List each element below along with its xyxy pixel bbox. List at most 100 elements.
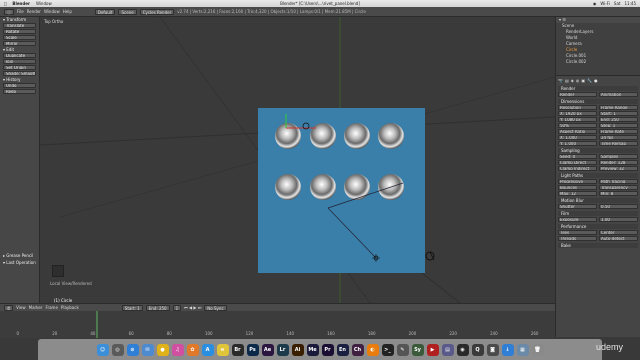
prop-field[interactable]: End: 250 xyxy=(599,117,638,122)
menu-render[interactable]: Render xyxy=(27,9,41,14)
timeline-menu[interactable]: Marker xyxy=(29,305,43,310)
tool-button[interactable]: Undo xyxy=(3,83,36,88)
end-frame-field[interactable]: End: 250 xyxy=(145,304,170,311)
window-menu[interactable]: Window xyxy=(36,1,52,6)
modifier-tab-icon[interactable]: 🔧 xyxy=(587,78,592,84)
itunes-icon[interactable]: ♫ xyxy=(171,343,184,356)
prop-field[interactable]: Auto-detect xyxy=(599,236,638,241)
timeline-menu[interactable]: View xyxy=(16,305,26,310)
prop-field[interactable]: 50% xyxy=(558,123,597,128)
outliner-item[interactable]: Circle.002 xyxy=(556,59,640,65)
downloads-icon[interactable]: ↓ xyxy=(501,343,514,356)
clock[interactable]: 11:45 xyxy=(624,1,636,6)
prop-field[interactable]: Samples xyxy=(599,154,638,159)
documents-icon[interactable]: ▦ xyxy=(516,343,529,356)
prop-field[interactable]: Y: 1.000 xyxy=(558,141,597,146)
prop-field[interactable]: Y: 1080 px xyxy=(558,117,597,122)
tool-button[interactable]: Join xyxy=(3,59,36,64)
bridge-icon[interactable]: Br xyxy=(231,343,244,356)
prop-field[interactable]: Render xyxy=(558,92,597,97)
world-tab-icon[interactable]: ◍ xyxy=(576,78,580,84)
media-encoder-icon[interactable]: Me xyxy=(306,343,319,356)
prop-field[interactable]: Exposure xyxy=(558,217,597,222)
start-frame-field[interactable]: Start: 1 xyxy=(121,304,143,311)
panel-header[interactable]: ▾ Transform xyxy=(0,17,39,22)
prop-field[interactable]: Tiles xyxy=(558,230,597,235)
tool-button[interactable]: Redo xyxy=(3,89,36,94)
scene-select[interactable]: Scene xyxy=(118,8,137,15)
notes-icon[interactable]: ≡ xyxy=(216,343,229,356)
safari-icon[interactable]: ⊘ xyxy=(126,343,139,356)
prop-field[interactable]: 1.00 xyxy=(599,217,638,222)
panel-header[interactable]: ▾ Edit xyxy=(0,47,39,52)
terminal-icon[interactable]: >_ xyxy=(381,343,394,356)
prop-field[interactable]: 24 fps xyxy=(599,135,638,140)
prop-field[interactable]: Seed: 0 xyxy=(558,154,597,159)
dashboard-icon[interactable]: ◉ xyxy=(456,343,469,356)
tool-button[interactable]: Set Origin xyxy=(3,65,36,70)
tool-button[interactable]: Rotate xyxy=(3,29,36,34)
editor-type-button[interactable]: ⏱ xyxy=(4,304,14,311)
section-header[interactable]: Light Paths xyxy=(558,173,638,178)
prop-field[interactable]: Progressive xyxy=(558,179,597,184)
lightroom-icon[interactable]: Lr xyxy=(276,343,289,356)
stack-icon[interactable]: ▤ xyxy=(441,343,454,356)
menu-help[interactable]: Help xyxy=(63,9,72,14)
prop-field[interactable]: Clamp Indirect xyxy=(558,166,597,171)
section-header[interactable]: Performance xyxy=(558,224,638,229)
section-header[interactable]: Dimensions xyxy=(558,99,638,104)
prop-field[interactable]: Frame Range xyxy=(599,105,638,110)
current-frame-field[interactable]: 1 xyxy=(172,304,182,311)
timeline-menu[interactable]: Frame xyxy=(45,305,57,310)
prop-field[interactable]: Max: 12 xyxy=(558,191,597,196)
last-operation-panel[interactable]: ▾ Last Operation xyxy=(0,260,36,265)
tool-button[interactable]: Mirror xyxy=(3,41,36,46)
section-header[interactable]: Sampling xyxy=(558,148,638,153)
finder-icon[interactable]: ☺ xyxy=(96,343,109,356)
premiere-icon[interactable]: Pr xyxy=(321,343,334,356)
launchpad-icon[interactable]: ◎ xyxy=(111,343,124,356)
after-effects-icon[interactable]: Ae xyxy=(261,343,274,356)
timeline-ruler[interactable]: 0 20 40 60 80 100 120 140 160 180 200 22… xyxy=(0,311,555,338)
prop-field[interactable]: X: 1920 px xyxy=(558,111,597,116)
prop-field[interactable]: Min: 8 xyxy=(599,191,638,196)
trash-icon[interactable]: 🗑 xyxy=(531,343,544,356)
prop-field[interactable]: Time Remap xyxy=(599,141,638,146)
blender-icon[interactable]: ◐ xyxy=(366,343,379,356)
view-widget[interactable] xyxy=(52,265,64,277)
prop-field[interactable]: Threads xyxy=(558,236,597,241)
quicktime-icon[interactable]: Q xyxy=(471,343,484,356)
scene-tab-icon[interactable]: ◈ xyxy=(571,78,574,84)
prop-field[interactable]: Preview: 32 xyxy=(599,166,638,171)
encore-icon[interactable]: En xyxy=(336,343,349,356)
tool-button[interactable]: Translate xyxy=(3,23,36,28)
prop-field[interactable]: Step: 1 xyxy=(599,123,638,128)
prop-field[interactable]: X: 1.000 xyxy=(558,135,597,140)
video-icon[interactable]: ▶ xyxy=(426,343,439,356)
layout-select[interactable]: Default xyxy=(94,8,116,15)
camera-icon[interactable]: ◙ xyxy=(486,343,499,356)
status-item[interactable]: Wi-Fi xyxy=(600,1,610,6)
script-icon[interactable]: ✎ xyxy=(396,343,409,356)
editor-type-button[interactable]: ⓘ xyxy=(4,8,14,15)
sync-mode-select[interactable]: No Sync xyxy=(204,304,227,311)
prop-field[interactable]: Center xyxy=(599,230,638,235)
tool-button[interactable]: Duplicate xyxy=(3,53,36,58)
status-item[interactable]: Sat xyxy=(614,1,621,6)
app-menu[interactable]: Blender xyxy=(12,1,30,6)
chrome-icon[interactable]: ● xyxy=(156,343,169,356)
mail-icon[interactable]: ✉ xyxy=(141,343,154,356)
menu-file[interactable]: File xyxy=(17,9,24,14)
prop-field[interactable]: Start: 1 xyxy=(599,111,638,116)
app-store-icon[interactable]: A xyxy=(201,343,214,356)
material-tab-icon[interactable]: ● xyxy=(594,78,598,84)
prop-field[interactable]: Clamp Direct xyxy=(558,160,597,165)
timeline-menu[interactable]: Playback xyxy=(61,305,79,310)
prop-field[interactable]: Render: 128 xyxy=(599,160,638,165)
prop-field[interactable]: Transparency xyxy=(599,185,638,190)
prop-field[interactable]: Frame Rate xyxy=(599,129,638,134)
tool-button[interactable]: Scale xyxy=(3,35,36,40)
3d-viewport[interactable]: Top Ortho Local View/Rendered (1) Circle xyxy=(40,17,555,303)
section-header[interactable]: Film xyxy=(558,211,638,216)
section-header[interactable]: Render xyxy=(558,86,638,91)
